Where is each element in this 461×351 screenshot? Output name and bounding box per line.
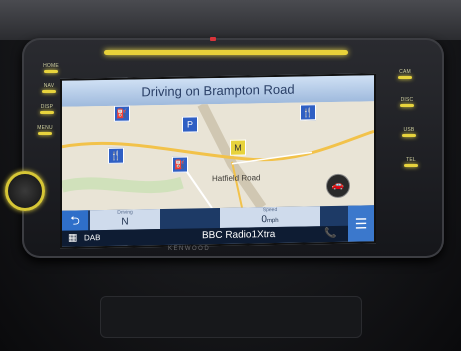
tel-label: TEL — [406, 157, 416, 163]
home-label: HOME — [43, 63, 59, 69]
brand-logo: KENWOOD — [168, 246, 211, 252]
heading-box: Driving N — [90, 209, 160, 231]
menu-label: MENU — [37, 125, 53, 131]
grid-icon[interactable]: ▦ — [68, 230, 77, 246]
bottom-info-bar: ⮌ Driving N Speed 0mph ☰ ▦ DAB BBC Radio… — [62, 205, 374, 247]
volume-knob[interactable] — [5, 171, 45, 211]
fuel-station-icon[interactable]: ⛽ — [114, 105, 130, 122]
map-view[interactable]: ⛽ P 🍴 🍴 ⛽ M Hatfield Road — [60, 101, 375, 211]
lower-console-trim — [100, 296, 362, 338]
speed-box: Speed 0mph — [220, 206, 320, 228]
amber-light-strip — [104, 50, 348, 55]
disp-button[interactable]: DISP — [36, 101, 58, 114]
parking-icon[interactable]: P — [182, 116, 198, 133]
disc-label: DISC — [400, 97, 414, 103]
navigation-screen: Driving on Brampton Road ⛽ P 🍴 🍴 ⛽ M Hat… — [60, 73, 376, 249]
fuel-station-icon[interactable]: ⛽ — [172, 156, 188, 173]
home-button[interactable]: HOME — [40, 60, 62, 73]
place-label: Hatfield Road — [212, 173, 261, 184]
tel-button[interactable]: TEL — [400, 154, 422, 167]
back-button[interactable]: ⮌ — [62, 210, 88, 231]
disp-label: DISP — [40, 104, 54, 110]
motorway-sign-icon: M — [230, 139, 246, 156]
speed-unit: mph — [266, 217, 279, 225]
heading-value: N — [121, 216, 129, 228]
nav-label: NAV — [43, 83, 55, 89]
source-label[interactable]: DAB — [84, 230, 100, 246]
disc-button[interactable]: DISC — [396, 94, 418, 107]
dashboard-top — [0, 0, 461, 40]
menu-button[interactable]: ☰ — [348, 205, 374, 242]
hazard-indicator — [210, 37, 216, 41]
usb-button[interactable]: USB — [398, 124, 420, 137]
usb-label: USB — [403, 127, 415, 133]
restaurant-icon[interactable]: 🍴 — [108, 147, 124, 164]
cam-label: CAM — [399, 69, 411, 75]
cam-button[interactable]: CAM — [394, 66, 416, 79]
restaurant-icon[interactable]: 🍴 — [300, 104, 316, 121]
station-label: BBC Radio1Xtra — [202, 228, 276, 242]
nav-button[interactable]: NAV — [38, 80, 60, 93]
menu-hard-button[interactable]: MENU — [34, 122, 56, 135]
phone-icon[interactable]: 📞 — [324, 226, 336, 242]
